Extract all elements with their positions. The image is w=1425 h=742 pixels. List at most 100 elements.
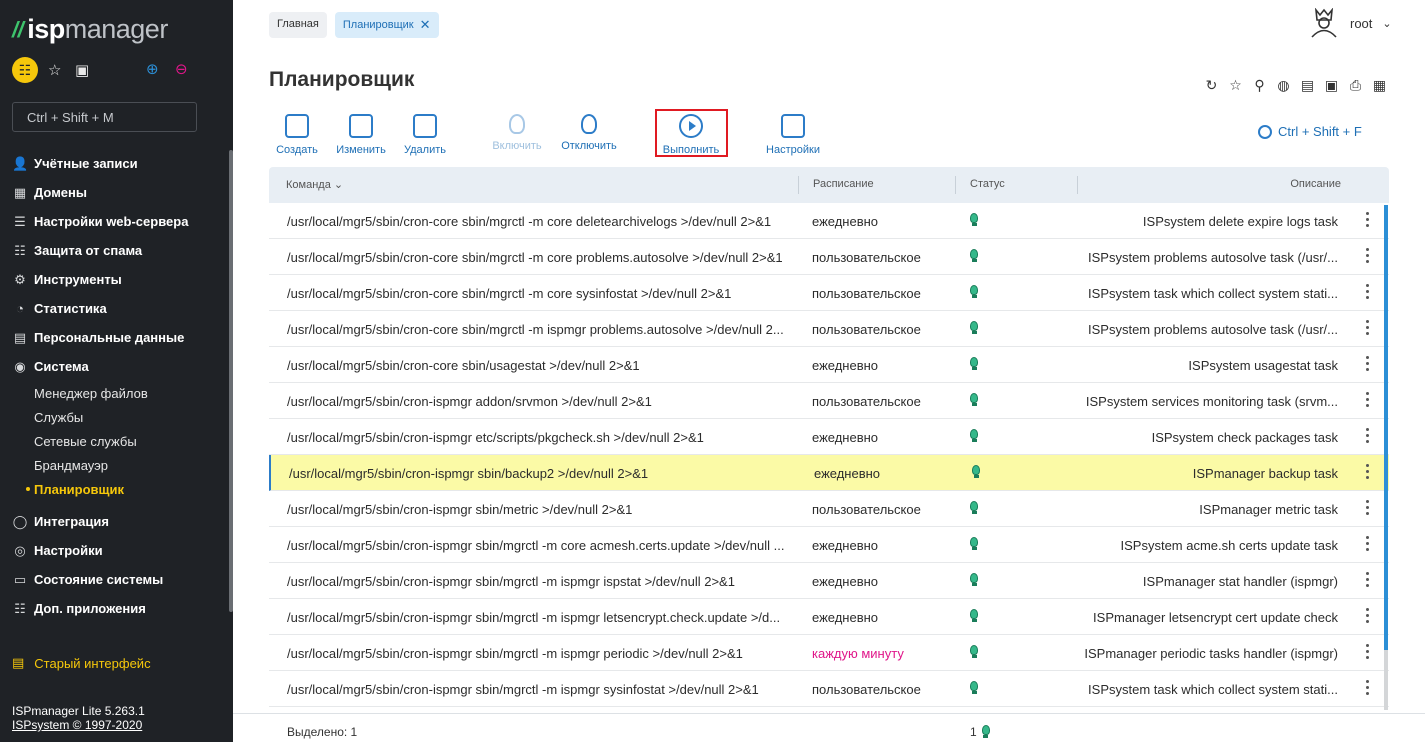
sidebar-subitem[interactable]: Службы	[0, 405, 228, 429]
column-resize-handle[interactable]	[955, 176, 956, 194]
row-menu-icon[interactable]	[1365, 356, 1369, 374]
status-bulb-icon	[969, 213, 979, 227]
row-menu-icon[interactable]	[1365, 608, 1369, 626]
column-schedule[interactable]: Расписание	[813, 178, 874, 190]
table-row[interactable]: /usr/local/mgr5/sbin/cron-ispmgr sbin/ba…	[269, 455, 1389, 491]
sidebar-scrollbar[interactable]	[229, 150, 233, 612]
sidebar-subitem[interactable]: Менеджер файлов	[0, 381, 228, 405]
status-bulb-icon	[969, 429, 979, 443]
table-scrollbar[interactable]	[1384, 205, 1388, 650]
row-menu-icon[interactable]	[1365, 464, 1369, 482]
sidebar-subitem[interactable]: Брандмауэр	[0, 453, 228, 477]
sidebar-item-webserver-settings[interactable]: ☰ Настройки web-сервера	[0, 207, 228, 236]
table-row[interactable]: /usr/local/mgr5/sbin/cron-ispmgr addon/s…	[269, 383, 1389, 419]
row-menu-icon[interactable]	[1365, 320, 1369, 338]
row-menu-icon[interactable]	[1365, 536, 1369, 554]
row-menu-icon[interactable]	[1365, 644, 1369, 662]
table-row[interactable]: /usr/local/mgr5/sbin/cron-core sbin/usag…	[269, 347, 1389, 383]
webserver-settings-icon: ☰	[14, 213, 26, 229]
sidebar-item-apps[interactable]: ☷ Доп. приложения	[0, 594, 228, 623]
sidebar-item-system[interactable]: ◉ Система	[0, 352, 228, 381]
globe-icon[interactable]: ◍	[1275, 77, 1292, 94]
table-settings-icon[interactable]: ▦	[1371, 77, 1388, 94]
enable-button[interactable]: Включить	[489, 110, 545, 152]
table-row[interactable]: /usr/local/mgr5/sbin/cron-ispmgr sbin/mg…	[269, 599, 1389, 635]
integration-icon: ◯	[12, 513, 28, 529]
row-menu-icon[interactable]	[1365, 500, 1369, 518]
table-row[interactable]: /usr/local/mgr5/sbin/cron-ispmgr sbin/me…	[269, 491, 1389, 527]
cell-command: /usr/local/mgr5/sbin/cron-ispmgr sbin/mg…	[287, 538, 785, 553]
create-button[interactable]: Создать	[275, 110, 319, 156]
cell-description: ISPsystem problems autosolve task (/usr/…	[1088, 250, 1338, 265]
table-search-button[interactable]: Ctrl + Shift + F	[1258, 124, 1362, 139]
sidebar-item-settings[interactable]: ◎ Настройки	[0, 536, 228, 565]
table-body: /usr/local/mgr5/sbin/cron-core sbin/mgrc…	[269, 203, 1389, 707]
delete-icon	[413, 114, 437, 138]
expand-all-icon[interactable]: ⊕	[146, 60, 159, 78]
status-bulb-icon	[969, 321, 979, 335]
column-description[interactable]: Описание	[1290, 178, 1341, 190]
table-row[interactable]: /usr/local/mgr5/sbin/cron-ispmgr sbin/mg…	[269, 671, 1389, 707]
print-icon[interactable]: ⎙	[1347, 77, 1364, 94]
menu-search-input[interactable]: Ctrl + Shift + M	[12, 102, 197, 132]
old-interface-link[interactable]: ▤ Старый интерфейс	[12, 655, 151, 671]
sidebar-item-integration[interactable]: ◯ Интеграция	[0, 507, 228, 536]
row-menu-icon[interactable]	[1365, 284, 1369, 302]
sidebar-subitem[interactable]: Планировщик	[0, 477, 228, 501]
table-row[interactable]: /usr/local/mgr5/sbin/cron-core sbin/mgrc…	[269, 275, 1389, 311]
settings-button[interactable]: Настройки	[763, 110, 823, 156]
row-menu-icon[interactable]	[1365, 212, 1369, 230]
row-menu-icon[interactable]	[1365, 248, 1369, 266]
sidebar-item-users[interactable]: 👤 Учётные записи	[0, 149, 228, 178]
settings-icon	[781, 114, 805, 138]
cell-command: /usr/local/mgr5/sbin/cron-ispmgr sbin/mg…	[287, 682, 759, 697]
sidebar-item-domains[interactable]: ▦ Домены	[0, 178, 228, 207]
close-icon[interactable]: ✕	[420, 17, 431, 33]
table-row[interactable]: /usr/local/mgr5/sbin/cron-core sbin/mgrc…	[269, 203, 1389, 239]
document-icon[interactable]: ▤	[1299, 77, 1316, 94]
table-row[interactable]: /usr/local/mgr5/sbin/cron-core sbin/mgrc…	[269, 311, 1389, 347]
app-logo[interactable]: // isp manager	[12, 14, 168, 45]
sidebar-item-label: Доп. приложения	[34, 601, 146, 616]
status-bulb-icon	[969, 537, 979, 551]
table-scrollbar-track[interactable]	[1384, 650, 1388, 710]
column-command[interactable]: Команда ⌄	[286, 178, 343, 191]
user-menu[interactable]: root ⌄	[1308, 8, 1392, 38]
pin-icon[interactable]: ⚲	[1251, 77, 1268, 94]
sidebar-subitem[interactable]: Сетевые службы	[0, 429, 228, 453]
table-row[interactable]: /usr/local/mgr5/sbin/cron-core sbin/mgrc…	[269, 239, 1389, 275]
row-menu-icon[interactable]	[1365, 680, 1369, 698]
table-row[interactable]: /usr/local/mgr5/sbin/cron-ispmgr sbin/mg…	[269, 563, 1389, 599]
sidebar-item-tools[interactable]: ⚙ Инструменты	[0, 265, 228, 294]
table-row[interactable]: /usr/local/mgr5/sbin/cron-ispmgr sbin/mg…	[269, 527, 1389, 563]
cell-command: /usr/local/mgr5/sbin/cron-ispmgr etc/scr…	[287, 430, 704, 445]
row-menu-icon[interactable]	[1365, 392, 1369, 410]
collapse-all-icon[interactable]: ⊖	[175, 60, 188, 78]
row-menu-icon[interactable]	[1365, 572, 1369, 590]
column-resize-handle[interactable]	[1077, 176, 1078, 194]
delete-button[interactable]: Удалить	[402, 110, 448, 156]
tab-scheduler[interactable]: Планировщик ✕	[334, 12, 439, 38]
logo-bars-icon: //	[12, 16, 24, 42]
row-menu-icon[interactable]	[1365, 428, 1369, 446]
column-resize-handle[interactable]	[798, 176, 799, 194]
column-status[interactable]: Статус	[970, 178, 1005, 190]
tree-menu-icon[interactable]: ☷	[12, 57, 38, 83]
sidebar-item-personal-data[interactable]: ▤ Персональные данные	[0, 323, 228, 352]
sidebar-item-spam-protection[interactable]: ☷ Защита от спама	[0, 236, 228, 265]
disable-button[interactable]: Отключить	[558, 110, 620, 152]
table-row[interactable]: /usr/local/mgr5/sbin/cron-ispmgr etc/scr…	[269, 419, 1389, 455]
favorites-star-icon[interactable]: ☆	[48, 61, 61, 79]
ispsystem-link[interactable]: ISPsystem © 1997-2020	[12, 718, 145, 732]
tab-home[interactable]: Главная	[269, 12, 327, 38]
portfolio-icon[interactable]: ▣	[75, 61, 89, 79]
sidebar-item-statistics[interactable]: ◔ Статистика	[0, 294, 228, 323]
refresh-icon[interactable]: ↻	[1203, 77, 1220, 94]
cell-description: ISPmanager metric task	[1199, 502, 1338, 517]
table-row[interactable]: /usr/local/mgr5/sbin/cron-ispmgr sbin/mg…	[269, 635, 1389, 671]
domains-icon: ▦	[13, 184, 27, 200]
edit-button[interactable]: Изменить	[333, 110, 389, 156]
export-excel-icon[interactable]: ▣	[1323, 77, 1340, 94]
sidebar-item-system-state[interactable]: ▭ Состояние системы	[0, 565, 228, 594]
favorite-star-icon[interactable]: ☆	[1227, 77, 1244, 94]
